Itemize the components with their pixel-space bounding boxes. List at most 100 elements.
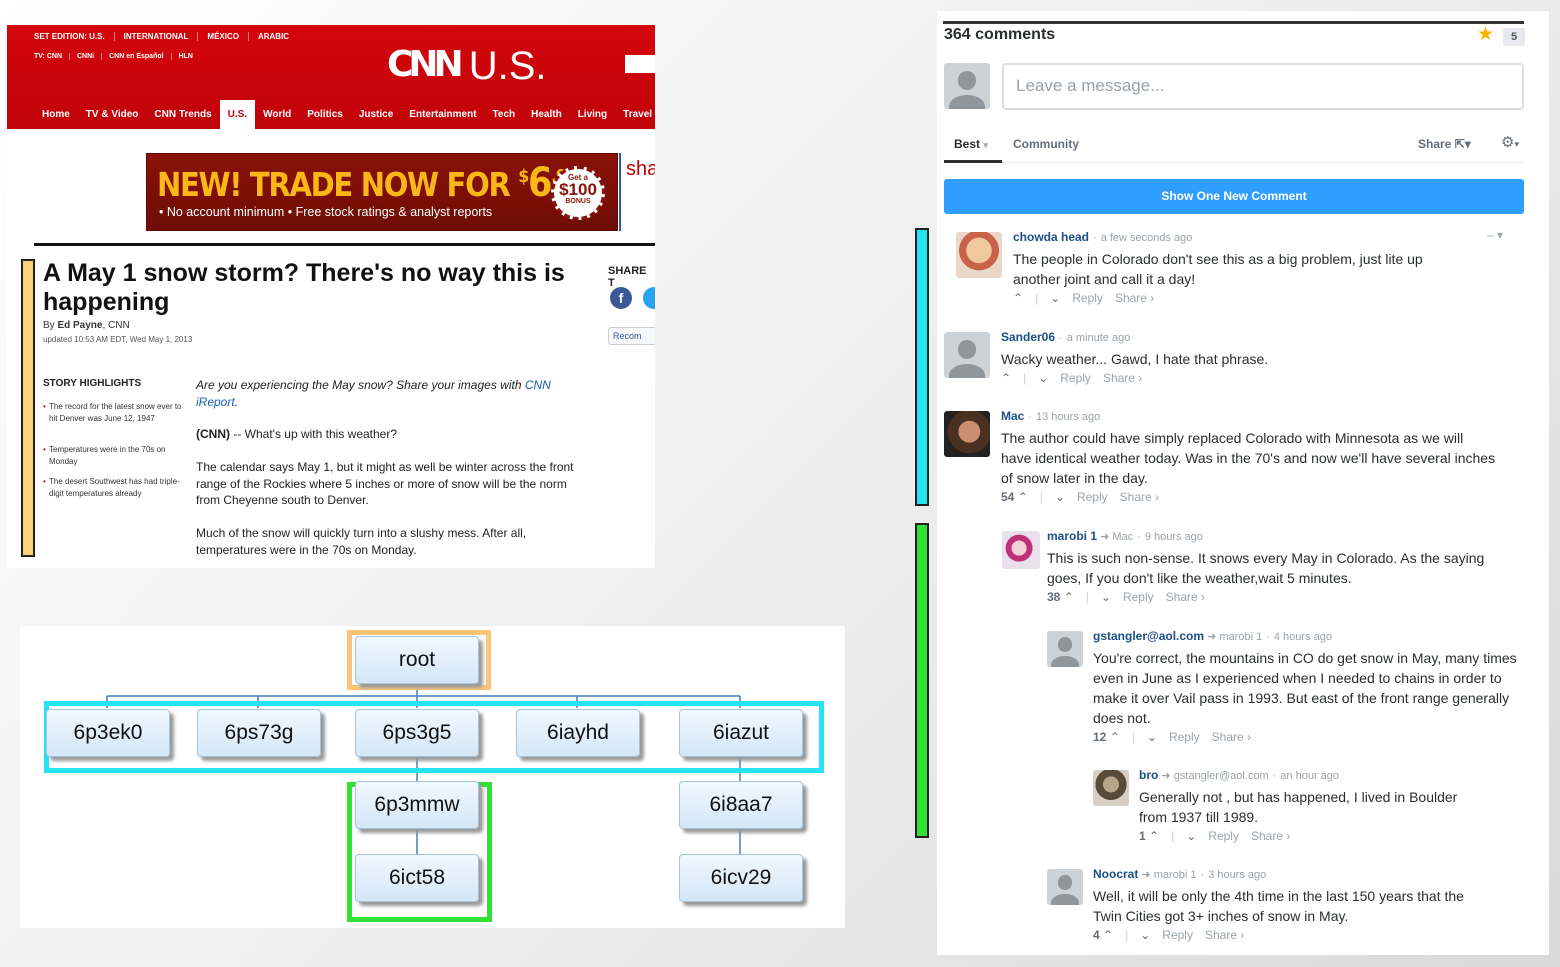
tv-hln[interactable]: HLN — [170, 53, 200, 60]
share-link[interactable]: Share › — [1103, 371, 1142, 385]
comment-author[interactable]: bro — [1139, 768, 1158, 782]
upvote-icon[interactable]: ⌃ — [1110, 730, 1120, 744]
recommend-button[interactable]: Recom — [608, 327, 655, 345]
side-ad[interactable]: sha — [619, 153, 655, 231]
comment-time[interactable]: a few seconds ago — [1101, 232, 1193, 244]
commenter-avatar[interactable] — [944, 411, 990, 457]
nav-tv-video[interactable]: TV & Video — [78, 100, 147, 129]
nav-travel[interactable]: Travel — [615, 100, 655, 129]
reply-link[interactable]: Reply — [1162, 928, 1193, 942]
edition-mexico[interactable]: MÉXICO — [197, 32, 248, 41]
comment-input[interactable]: Leave a message... — [1002, 63, 1524, 110]
edition-menu: SET EDITION: U.S. INTERNATIONAL MÉXICO ARAB… — [34, 32, 299, 41]
downvote-icon[interactable]: ⌄ — [1050, 291, 1060, 305]
comment-author[interactable]: Sander06 — [1001, 330, 1055, 344]
upvote-icon[interactable]: ⌃ — [1001, 371, 1011, 385]
tv-cnni[interactable]: CNNi — [69, 53, 102, 60]
nav-home[interactable]: Home — [34, 100, 78, 129]
share-link[interactable]: Share › — [1120, 490, 1159, 504]
comment-meta: chowda head · a few seconds ago — [1013, 230, 1192, 244]
header-search-box[interactable] — [625, 55, 655, 73]
byline-author[interactable]: Ed Payne — [57, 320, 102, 331]
commenter-avatar[interactable] — [1002, 531, 1040, 569]
commenter-avatar[interactable] — [1047, 869, 1083, 905]
downvote-icon[interactable]: ⌄ — [1140, 928, 1150, 942]
facebook-icon[interactable]: f — [610, 287, 632, 309]
comment-time[interactable]: an hour ago — [1280, 770, 1339, 782]
nav-politics[interactable]: Politics — [299, 100, 351, 129]
tv-cnn-espanol[interactable]: CNN en Español — [101, 53, 171, 60]
share-link[interactable]: Share › — [1205, 928, 1244, 942]
star-icon[interactable]: ★ — [1477, 23, 1494, 46]
meta-separator: · — [1200, 869, 1205, 881]
downvote-icon[interactable]: ⌄ — [1101, 590, 1111, 604]
nav-world[interactable]: World — [255, 100, 299, 129]
comment-author[interactable]: Mac — [1001, 409, 1024, 423]
trade-ad-banner[interactable]: NEW! TRADE NOW FOR $6.95 • No account mi… — [146, 153, 618, 231]
parent-author[interactable]: marobi 1 — [1154, 869, 1197, 881]
comment-author[interactable]: marobi 1 — [1047, 529, 1097, 543]
share-link[interactable]: Share › — [1212, 730, 1251, 744]
downvote-icon[interactable]: ⌄ — [1038, 371, 1048, 385]
cnn-logo[interactable]: CNN U.S. — [387, 43, 546, 88]
commenter-avatar[interactable] — [1093, 770, 1129, 806]
comment-meta: Noocrat ➜ marobi 1 · 3 hours ago — [1093, 867, 1266, 881]
show-new-comment-button[interactable]: Show One New Comment — [944, 179, 1524, 214]
vote-separator: | — [1131, 730, 1135, 744]
tv-cnn[interactable]: TV: CNN — [34, 53, 69, 60]
comment-author[interactable]: Noocrat — [1093, 867, 1138, 881]
reply-link[interactable]: Reply — [1060, 371, 1091, 385]
comment-time[interactable]: 4 hours ago — [1274, 631, 1332, 643]
comment-author[interactable]: gstangler@aol.com — [1093, 629, 1204, 643]
comment-time[interactable]: 13 hours ago — [1036, 411, 1100, 423]
twitter-icon[interactable] — [643, 287, 655, 309]
tab-best[interactable]: Best ▾ — [944, 133, 1002, 163]
parent-author[interactable]: gstangler@aol.com — [1174, 770, 1269, 782]
highlight-bar-cyan — [915, 228, 929, 506]
commenter-avatar[interactable] — [1047, 631, 1083, 667]
cnn-nav-bar: Home TV & Video CNN Trends U.S. World Po… — [34, 100, 655, 129]
parent-author[interactable]: Mac — [1112, 531, 1133, 543]
comment-actions: 1 ⌃ | ⌄ Reply Share › — [1139, 829, 1302, 843]
comment-time[interactable]: a minute ago — [1067, 332, 1131, 344]
upvote-icon[interactable]: ⌃ — [1013, 291, 1023, 305]
edition-us[interactable]: SET EDITION: U.S. — [34, 32, 114, 41]
nav-us[interactable]: U.S. — [219, 100, 256, 129]
upvote-icon[interactable]: ⌃ — [1103, 928, 1113, 942]
reply-link[interactable]: Reply — [1208, 829, 1239, 843]
downvote-icon[interactable]: ⌄ — [1147, 730, 1157, 744]
share-link[interactable]: Share › — [1166, 590, 1205, 604]
share-menu[interactable]: Share ⇱▾ — [1418, 137, 1471, 151]
byline-prefix: By — [43, 320, 58, 331]
nav-justice[interactable]: Justice — [351, 100, 401, 129]
share-link[interactable]: Share › — [1115, 291, 1154, 305]
comment-author[interactable]: chowda head — [1013, 230, 1089, 244]
highlight-item: The desert Southwest has had triple-digi… — [43, 476, 188, 500]
upvote-icon[interactable]: ⌃ — [1149, 829, 1159, 843]
comment-text: Well, it will be only the 4th time in th… — [1093, 888, 1464, 924]
gear-icon[interactable]: ⚙▾ — [1501, 133, 1519, 151]
tab-community[interactable]: Community — [1013, 137, 1079, 151]
edition-arabic[interactable]: ARABIC — [247, 32, 299, 41]
edition-international[interactable]: INTERNATIONAL — [113, 32, 198, 41]
nav-entertainment[interactable]: Entertainment — [401, 100, 484, 129]
reply-link[interactable]: Reply — [1077, 490, 1108, 504]
commenter-avatar[interactable] — [944, 332, 990, 378]
nav-cnn-trends[interactable]: CNN Trends — [146, 100, 219, 129]
upvote-icon[interactable]: ⌃ — [1064, 590, 1074, 604]
nav-health[interactable]: Health — [523, 100, 570, 129]
reply-link[interactable]: Reply — [1123, 590, 1154, 604]
comment-time[interactable]: 3 hours ago — [1208, 869, 1266, 881]
downvote-icon[interactable]: ⌄ — [1055, 490, 1065, 504]
reply-link[interactable]: Reply — [1169, 730, 1200, 744]
downvote-icon[interactable]: ⌄ — [1186, 829, 1196, 843]
parent-author[interactable]: marobi 1 — [1219, 631, 1262, 643]
nav-living[interactable]: Living — [570, 100, 615, 129]
comment-time[interactable]: 9 hours ago — [1145, 531, 1203, 543]
upvote-icon[interactable]: ⌃ — [1018, 490, 1028, 504]
article-divider — [34, 243, 655, 246]
share-link[interactable]: Share › — [1251, 829, 1290, 843]
reply-link[interactable]: Reply — [1072, 291, 1103, 305]
nav-tech[interactable]: Tech — [485, 100, 524, 129]
commenter-avatar[interactable] — [956, 232, 1002, 278]
